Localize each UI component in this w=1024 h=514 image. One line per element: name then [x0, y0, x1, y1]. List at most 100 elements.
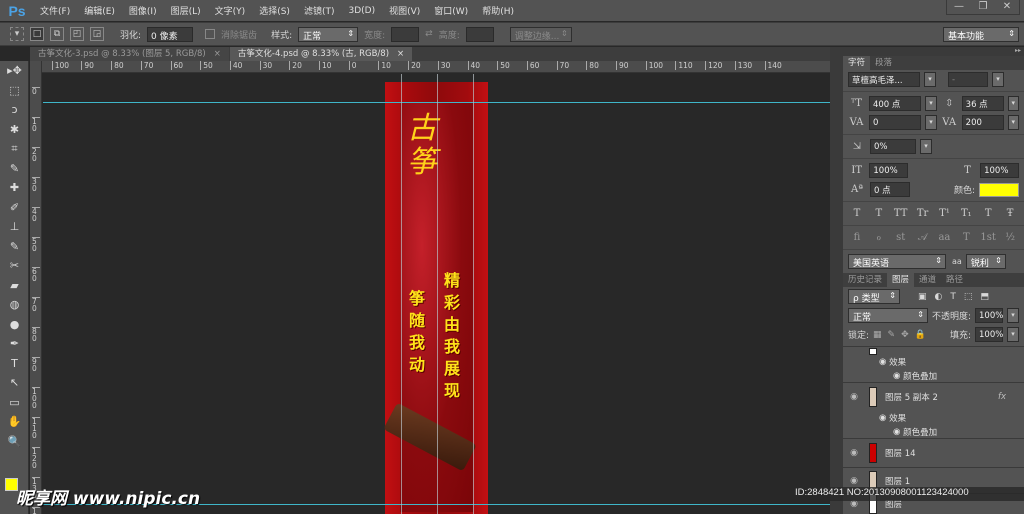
style-select[interactable]: 正常 — [298, 26, 359, 42]
tool-8-icon[interactable]: ⊥ — [0, 217, 29, 237]
tab-channels[interactable]: 通道 — [914, 273, 941, 287]
minimize-button[interactable]: — — [947, 0, 971, 14]
chevron-down-icon[interactable]: ▾ — [1007, 115, 1019, 130]
fx-icon[interactable]: fx — [998, 392, 1006, 402]
tracking-input[interactable]: 200 — [961, 115, 1004, 130]
menu-help[interactable]: 帮助(H) — [476, 4, 520, 17]
workspace-select[interactable]: 基本功能 — [943, 26, 1019, 42]
chevron-down-icon[interactable]: ▾ — [920, 139, 932, 154]
menu-select[interactable]: 选择(S) — [253, 4, 296, 17]
styles-button[interactable]: T — [870, 208, 888, 219]
guide-vertical[interactable] — [473, 74, 474, 514]
subtract-selection-icon[interactable]: ◰ — [70, 27, 84, 41]
layer-filter-select[interactable]: ρ 类型 — [848, 289, 900, 304]
font-size-input[interactable]: 400 点 — [868, 96, 922, 111]
menu-view[interactable]: 视图(V) — [383, 4, 426, 17]
opentype-button[interactable]: 1st — [979, 232, 997, 243]
chevron-down-icon[interactable]: ▾ — [925, 115, 937, 130]
tool-17-icon[interactable]: ▭ — [0, 393, 29, 413]
styles-button[interactable]: Tr — [914, 208, 932, 219]
antialias-select[interactable]: 锐利 — [965, 254, 1006, 269]
opentype-button[interactable]: T — [957, 232, 975, 243]
fill-input[interactable]: 100% — [975, 327, 1003, 342]
tool-9-icon[interactable]: ✎ — [0, 237, 29, 257]
styles-button[interactable]: T₁ — [957, 208, 975, 219]
marquee-preset-icon[interactable]: ▾ — [10, 27, 24, 41]
font-family-select[interactable]: 草檀高毛泽... — [848, 72, 920, 87]
tool-5-icon[interactable]: ✎ — [0, 159, 29, 179]
lock-icons[interactable]: ▦✎✥🔒 — [873, 330, 932, 340]
eye-icon[interactable]: ◉ — [843, 476, 865, 486]
guide-vertical[interactable] — [437, 74, 438, 514]
canvas-area[interactable]: 古筝 精彩由我展现 筝随我动 — [43, 74, 830, 514]
blend-mode-select[interactable]: 正常 — [848, 308, 928, 323]
tool-7-icon[interactable]: ✐ — [0, 198, 29, 218]
opentype-button[interactable]: 𝒜 — [914, 232, 932, 243]
tool-19-icon[interactable]: 🔍 — [0, 432, 29, 452]
menu-file[interactable]: 文件(F) — [34, 4, 76, 17]
tab-paragraph[interactable]: 段落 — [870, 56, 897, 70]
leading-input[interactable]: 36 点 — [961, 96, 1004, 111]
close-tab-icon[interactable]: × — [397, 49, 404, 59]
close-tab-icon[interactable]: × — [214, 49, 221, 59]
width-input[interactable] — [391, 26, 420, 42]
tool-11-icon[interactable]: ▰ — [0, 276, 29, 296]
intersect-selection-icon[interactable]: ◲ — [90, 27, 104, 41]
tool-18-icon[interactable]: ✋ — [0, 412, 29, 432]
layer-row[interactable]: ◉ 图层 5 副本 2 fx — [843, 383, 1024, 411]
tab-history[interactable]: 历史记录 — [843, 273, 887, 287]
chevron-down-icon[interactable]: ▾ — [1007, 96, 1019, 111]
layer-row[interactable]: ◉ 图层 14 — [843, 439, 1024, 468]
feather-input[interactable]: 0 像素 — [147, 26, 194, 42]
menu-type[interactable]: 文字(Y) — [209, 4, 252, 17]
close-button[interactable]: ✕ — [995, 0, 1019, 14]
guide-vertical[interactable] — [401, 74, 402, 514]
eye-icon[interactable]: ◉ — [893, 371, 903, 381]
tool-0-icon[interactable]: ▸✥ — [0, 61, 29, 81]
antialias-checkbox[interactable] — [205, 29, 216, 39]
chevron-down-icon[interactable]: ▾ — [925, 96, 937, 111]
swap-icon[interactable]: ⇄ — [425, 29, 433, 39]
language-select[interactable]: 美国英语 — [848, 254, 946, 269]
tool-2-icon[interactable]: ↄ — [0, 100, 29, 120]
panel-collapse-strip[interactable] — [830, 47, 843, 514]
text-color-swatch[interactable] — [979, 182, 1019, 197]
opentype-button[interactable]: fi — [848, 232, 866, 243]
baseline-shift-input[interactable]: 0 点 — [870, 182, 910, 197]
tool-15-icon[interactable]: T — [0, 354, 29, 374]
styles-button[interactable]: Ŧ — [1001, 208, 1019, 219]
tab-paths[interactable]: 路径 — [941, 273, 968, 287]
menu-filter[interactable]: 滤镜(T) — [298, 4, 341, 17]
opentype-button[interactable]: ℴ — [870, 232, 888, 243]
kerning-input[interactable]: 0 — [868, 115, 922, 130]
menu-layer[interactable]: 图层(L) — [165, 4, 207, 17]
restore-button[interactable]: ❐ — [971, 0, 995, 14]
tab-document-4[interactable]: 古筝文化-4.psd @ 8.33% (古, RGB/8) × — [229, 47, 413, 61]
tool-10-icon[interactable]: ✂ — [0, 256, 29, 276]
tab-document-3[interactable]: 古筝文化-3.psd @ 8.33% (图层 5, RGB/8) × — [30, 47, 229, 61]
eye-icon[interactable]: ◉ — [843, 392, 865, 402]
chevron-down-icon[interactable]: ▾ — [1007, 308, 1019, 323]
tool-4-icon[interactable]: ⌗ — [0, 139, 29, 159]
tool-14-icon[interactable]: ✒ — [0, 334, 29, 354]
chevron-down-icon[interactable]: ▾ — [924, 72, 936, 87]
refine-edge-button[interactable]: 调整边缘... — [509, 26, 572, 42]
opacity-input[interactable]: 100% — [975, 308, 1003, 323]
tool-1-icon[interactable]: ⬚ — [0, 81, 29, 101]
styles-button[interactable]: TT — [892, 208, 910, 219]
tool-6-icon[interactable]: ✚ — [0, 178, 29, 198]
eye-icon[interactable]: ◉ — [843, 448, 865, 458]
eye-icon[interactable]: ◉ — [879, 413, 889, 423]
font-style-select[interactable]: - — [948, 72, 988, 87]
collapse-panels-icon[interactable]: ▸▸ — [843, 47, 1024, 56]
tool-12-icon[interactable]: ◍ — [0, 295, 29, 315]
menu-window[interactable]: 窗口(W) — [428, 4, 474, 17]
chevron-down-icon[interactable]: ▾ — [1007, 327, 1019, 342]
eye-icon[interactable]: ◉ — [893, 427, 903, 437]
menu-edit[interactable]: 编辑(E) — [78, 4, 121, 17]
menu-image[interactable]: 图像(I) — [123, 4, 163, 17]
eye-icon[interactable]: ◉ — [879, 357, 889, 367]
styles-button[interactable]: T — [848, 208, 866, 219]
add-selection-icon[interactable]: ⧉ — [50, 27, 64, 41]
tool-13-icon[interactable]: ● — [0, 315, 29, 335]
